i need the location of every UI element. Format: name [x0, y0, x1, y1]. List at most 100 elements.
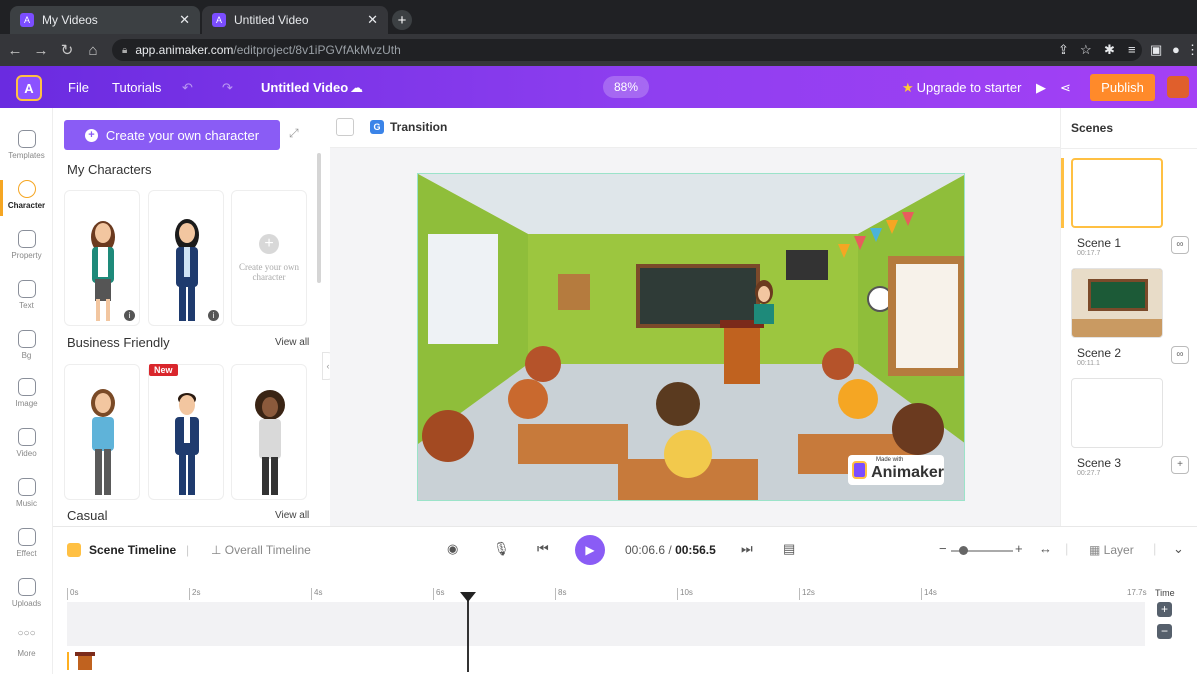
rail-item-image[interactable]: Image: [0, 378, 53, 408]
reload-icon[interactable]: ↻: [56, 41, 78, 59]
side-panel-icon[interactable]: ▣: [1150, 42, 1162, 58]
character-card[interactable]: [231, 364, 307, 500]
publish-button[interactable]: Publish: [1090, 74, 1155, 101]
rail-item-video[interactable]: Video: [0, 428, 53, 458]
timeline-track[interactable]: [67, 602, 1145, 646]
scene-link-icon[interactable]: ∞: [1171, 236, 1189, 254]
scene-thumbnail-3[interactable]: [1071, 378, 1163, 448]
chevron-down-icon[interactable]: ⌄: [1173, 541, 1184, 557]
rail-item-templates[interactable]: Templates: [0, 130, 53, 160]
url-field[interactable]: 🔒︎ app.animaker.com/editproject/8v1iPGVf…: [112, 39, 1142, 61]
scene-thumbnail-2[interactable]: [1071, 268, 1163, 338]
ruler-tick: 2s: [189, 588, 200, 600]
browser-tab-untitled-video[interactable]: A Untitled Video ✕: [202, 6, 388, 34]
skip-forward-icon[interactable]: ⏭: [741, 541, 753, 557]
animaker-logo-icon[interactable]: A: [16, 75, 42, 101]
rail-item-character[interactable]: Character: [0, 180, 53, 210]
scene-time: 00:27.7: [1077, 470, 1101, 477]
timeline-remove-time-button[interactable]: −: [1157, 624, 1172, 639]
ruler-tick: 4s: [311, 588, 322, 600]
background-icon: [17, 330, 36, 348]
scene-name: Scene 2: [1077, 346, 1122, 360]
panel-scrollbar[interactable]: [317, 153, 321, 283]
view-all-link[interactable]: View all: [275, 510, 309, 521]
text-icon: [17, 280, 36, 298]
create-character-card[interactable]: + Create your own character: [231, 190, 307, 326]
preview-play-icon[interactable]: ▶: [1036, 80, 1046, 96]
playhead-handle[interactable]: [460, 592, 476, 602]
browser-menu-icon[interactable]: ⋮: [1186, 42, 1197, 58]
ruler-tick: 6s: [433, 588, 444, 600]
zoom-out-icon[interactable]: −: [939, 541, 947, 556]
info-icon[interactable]: i: [124, 310, 135, 321]
screenshot-icon[interactable]: ◉: [447, 541, 458, 557]
project-title[interactable]: Untitled Video: [261, 80, 348, 95]
new-tab-plus-icon[interactable]: +: [392, 10, 412, 30]
close-tab-icon[interactable]: ✕: [179, 12, 190, 28]
rail-item-effect[interactable]: Effect: [0, 528, 53, 558]
rail-item-text[interactable]: Text: [0, 280, 53, 310]
more-icon: ○○○: [17, 628, 36, 639]
scene-timeline-tab[interactable]: Scene Timeline: [67, 543, 176, 557]
share-icon[interactable]: ⇪: [1058, 42, 1069, 58]
overall-timeline-label: Overall Timeline: [224, 543, 311, 557]
undo-icon[interactable]: ↶: [182, 80, 193, 96]
templates-icon: [17, 130, 36, 148]
file-menu[interactable]: File: [68, 80, 89, 95]
redo-icon[interactable]: ↷: [222, 80, 233, 96]
microphone-icon[interactable]: 🎙︎: [493, 541, 510, 557]
layer-icon: ▦: [1089, 543, 1104, 557]
rail-item-more[interactable]: ○○○ More: [0, 628, 53, 658]
layer-button[interactable]: ▦ Layer: [1089, 543, 1134, 557]
timeline-add-time-button[interactable]: +: [1157, 602, 1172, 617]
character-man-suit-icon: [175, 393, 199, 495]
timeline-zoom-knob[interactable]: [959, 546, 968, 555]
character-card[interactable]: New: [148, 364, 224, 500]
select-checkbox[interactable]: [336, 118, 354, 136]
character-card[interactable]: [64, 364, 140, 500]
rail-item-music[interactable]: Music: [0, 478, 53, 508]
watermark-brand-text: Animaker: [871, 464, 944, 481]
extensions-icon[interactable]: ✱: [1104, 42, 1115, 58]
home-icon[interactable]: ⌂: [82, 42, 104, 59]
browser-tab-my-videos[interactable]: A My Videos ✕: [10, 6, 200, 34]
bookmark-star-icon[interactable]: ☆: [1080, 42, 1092, 58]
timeline-object-thumbnail[interactable]: [67, 650, 101, 670]
character-card[interactable]: i: [64, 190, 140, 326]
current-time: 00:06.6: [625, 543, 666, 557]
view-all-link[interactable]: View all: [275, 337, 309, 348]
rail-item-bg[interactable]: Bg: [0, 330, 53, 360]
close-tab-icon[interactable]: ✕: [367, 12, 378, 28]
playhead[interactable]: [467, 592, 469, 672]
add-scene-icon[interactable]: +: [1171, 456, 1189, 474]
skip-back-icon[interactable]: ⏮: [537, 541, 549, 557]
rail-item-property[interactable]: Property: [0, 230, 53, 260]
image-icon: [17, 378, 36, 396]
zoom-in-icon[interactable]: +: [1015, 541, 1023, 556]
transition-button[interactable]: G Transition: [370, 120, 447, 134]
rail-item-uploads[interactable]: Uploads: [0, 578, 53, 608]
scene-name: Scene 3: [1077, 456, 1122, 470]
scene-canvas[interactable]: Made with Animaker: [417, 173, 965, 501]
play-button[interactable]: ▶: [575, 535, 605, 565]
expand-panel-icon[interactable]: ⤢: [289, 126, 307, 144]
zoom-level-dropdown[interactable]: 88%: [603, 76, 649, 98]
info-icon[interactable]: i: [208, 310, 219, 321]
tutorials-menu[interactable]: Tutorials: [112, 80, 161, 95]
share-icon[interactable]: ⋖: [1060, 80, 1071, 96]
scene-thumbnail-1[interactable]: [1071, 158, 1163, 228]
back-arrow-icon[interactable]: ←: [4, 42, 26, 59]
left-tool-rail: Templates Character Property Text Bg Ima…: [0, 108, 53, 674]
upgrade-button[interactable]: ★ Upgrade to starter: [902, 80, 1021, 96]
fit-width-icon[interactable]: ↔: [1039, 541, 1052, 556]
user-avatar[interactable]: [1167, 76, 1189, 98]
subtitle-icon[interactable]: ▤: [783, 541, 795, 557]
create-character-button[interactable]: + Create your own character: [64, 120, 280, 150]
profile-avatar-icon[interactable]: ●: [1172, 42, 1180, 57]
reading-list-icon[interactable]: ≡: [1128, 42, 1136, 57]
overall-timeline-tab[interactable]: ⊥ Overall Timeline: [211, 543, 311, 557]
character-card[interactable]: i: [148, 190, 224, 326]
forward-arrow-icon[interactable]: →: [30, 42, 52, 59]
tab-title: My Videos: [42, 13, 98, 27]
scene-link-icon[interactable]: ∞: [1171, 346, 1189, 364]
